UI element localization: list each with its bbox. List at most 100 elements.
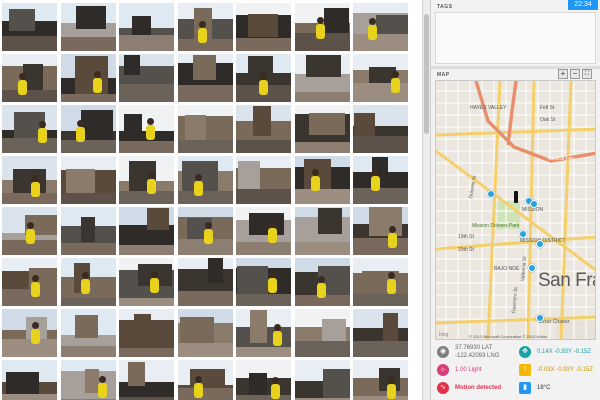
photo-thumbnail[interactable] bbox=[119, 54, 174, 102]
grid-scrollbar-thumb[interactable] bbox=[424, 14, 429, 134]
photo-thumbnail[interactable] bbox=[353, 54, 408, 102]
photo-thumbnail[interactable] bbox=[178, 3, 233, 51]
photo-thumbnail[interactable] bbox=[295, 309, 350, 357]
photo-thumbnail[interactable] bbox=[61, 258, 116, 306]
photo-thumbnail[interactable] bbox=[353, 258, 408, 306]
photo-thumbnail[interactable] bbox=[119, 309, 174, 357]
photo-thumbnail[interactable] bbox=[295, 258, 350, 306]
photo-thumbnail[interactable] bbox=[61, 156, 116, 204]
photo-thumbnail[interactable] bbox=[353, 360, 408, 400]
accelerometer-values: 0.14X -0.93Y -0.15Z bbox=[537, 349, 591, 355]
photo-thumbnail[interactable] bbox=[61, 3, 116, 51]
tags-title: TAGS bbox=[437, 4, 453, 10]
photo-thumbnail[interactable] bbox=[61, 207, 116, 255]
photo-thumbnail[interactable] bbox=[119, 156, 174, 204]
map-pin[interactable] bbox=[535, 313, 544, 322]
photo-thumbnail[interactable] bbox=[2, 105, 57, 153]
photo-thumbnail[interactable] bbox=[119, 105, 174, 153]
zoom-in-button[interactable]: + bbox=[558, 69, 568, 79]
map-pin[interactable] bbox=[535, 240, 544, 249]
map-view[interactable]: HAYES VALLEY Fell St Oak St Central Fwy … bbox=[435, 80, 596, 340]
photo-thumbnail[interactable] bbox=[2, 360, 57, 400]
photo-thumbnail[interactable] bbox=[2, 207, 57, 255]
light-tile: ☼ 1.00 Light bbox=[435, 362, 517, 379]
accelerometer-tile: ✥ 0.14X -0.93Y -0.15Z bbox=[517, 344, 597, 361]
location-tile: ◉ 37.76930 LAT -122.42093 LNG bbox=[435, 344, 517, 361]
photo-thumbnail[interactable] bbox=[295, 105, 350, 153]
photo-thumbnail[interactable] bbox=[61, 309, 116, 357]
map-pin[interactable] bbox=[486, 190, 495, 199]
photo-thumbnail[interactable] bbox=[61, 105, 116, 153]
map-label-20th: 20th St bbox=[458, 247, 474, 253]
current-position-marker bbox=[514, 191, 518, 203]
photo-thumbnail[interactable] bbox=[178, 309, 233, 357]
photo-thumbnail[interactable] bbox=[353, 105, 408, 153]
photo-grid bbox=[0, 0, 422, 400]
photo-thumbnail[interactable] bbox=[2, 258, 57, 306]
photo-thumbnail[interactable] bbox=[236, 156, 291, 204]
photo-thumbnail[interactable] bbox=[2, 156, 57, 204]
photo-thumbnail[interactable] bbox=[236, 360, 291, 400]
light-icon: ☼ bbox=[437, 364, 449, 376]
map-label-hayes-valley: HAYES VALLEY bbox=[470, 105, 507, 111]
photo-thumbnail[interactable] bbox=[2, 54, 57, 102]
map-pin[interactable] bbox=[527, 263, 536, 272]
photo-thumbnail[interactable] bbox=[353, 207, 408, 255]
photo-thumbnail[interactable] bbox=[119, 207, 174, 255]
photo-thumbnail[interactable] bbox=[295, 156, 350, 204]
longitude-value: -122.42093 LNG bbox=[455, 353, 500, 359]
temperature-value: 18°C bbox=[537, 385, 551, 391]
photo-thumbnail[interactable] bbox=[353, 3, 408, 51]
motion-value: Motion detected bbox=[455, 385, 501, 391]
bing-logo: bing bbox=[439, 332, 449, 338]
temperature-tile: ▮ 18°C bbox=[517, 380, 597, 397]
photo-thumbnail[interactable] bbox=[178, 360, 233, 400]
photo-thumbnail[interactable] bbox=[119, 3, 174, 51]
photo-thumbnail[interactable] bbox=[295, 3, 350, 51]
photo-thumbnail[interactable] bbox=[236, 54, 291, 102]
photo-thumbnail[interactable] bbox=[236, 105, 291, 153]
warning-icon: ! bbox=[519, 364, 531, 376]
photo-thumbnail[interactable] bbox=[119, 258, 174, 306]
photo-thumbnail[interactable] bbox=[236, 309, 291, 357]
motion-icon: ∿ bbox=[437, 382, 449, 394]
photo-thumbnail[interactable] bbox=[2, 309, 57, 357]
photo-thumbnail[interactable] bbox=[353, 309, 408, 357]
thermometer-icon: ▮ bbox=[519, 382, 531, 394]
tags-area[interactable] bbox=[435, 12, 596, 64]
photo-thumbnail[interactable] bbox=[353, 156, 408, 204]
photo-thumbnail[interactable] bbox=[178, 156, 233, 204]
photo-thumbnail[interactable] bbox=[178, 207, 233, 255]
grid-scrollbar[interactable] bbox=[422, 0, 430, 400]
photo-thumbnail[interactable] bbox=[236, 3, 291, 51]
photo-thumbnail[interactable] bbox=[295, 207, 350, 255]
map-title: MAP bbox=[437, 72, 450, 78]
map-label-fell: Fell St bbox=[540, 105, 555, 111]
photo-thumbnail[interactable] bbox=[61, 54, 116, 102]
photo-thumbnail[interactable] bbox=[2, 3, 57, 51]
photo-thumbnail[interactable] bbox=[119, 360, 174, 400]
map-label-oak: Oak St bbox=[540, 117, 556, 123]
app-window: 22:34 TAGS MAP + − ⛶ HAYES VALLEY Fell S… bbox=[0, 0, 600, 400]
photo-thumbnail[interactable] bbox=[178, 54, 233, 102]
accelerometer-icon: ✥ bbox=[519, 346, 531, 358]
map-label-dolores-park: Mission Dolores Park bbox=[472, 223, 520, 229]
photo-thumbnail[interactable] bbox=[295, 360, 350, 400]
map-city-label: San Fra bbox=[538, 270, 596, 291]
expand-map-button[interactable]: ⛶ bbox=[582, 69, 592, 79]
photo-thumbnail[interactable] bbox=[236, 207, 291, 255]
warning-tile: ! -0.03X -0.92Y -0.15Z bbox=[517, 362, 597, 379]
photo-thumbnail[interactable] bbox=[61, 360, 116, 400]
light-value: 1.00 Light bbox=[455, 367, 482, 373]
photo-thumbnail[interactable] bbox=[236, 258, 291, 306]
photo-thumbnail[interactable] bbox=[178, 258, 233, 306]
map-label-central: Central Fwy bbox=[548, 156, 575, 162]
zoom-out-button[interactable]: − bbox=[570, 69, 580, 79]
photo-thumbnail[interactable] bbox=[178, 105, 233, 153]
map-label-19th: 19th St bbox=[458, 234, 474, 240]
location-icon: ◉ bbox=[437, 346, 449, 358]
map-copyright: © 2013 Microsoft Corporation © 2013 Noki… bbox=[469, 334, 547, 339]
clock: 22:34 bbox=[568, 0, 598, 10]
photo-thumbnail[interactable] bbox=[295, 54, 350, 102]
motion-tile: ∿ Motion detected bbox=[435, 380, 517, 397]
